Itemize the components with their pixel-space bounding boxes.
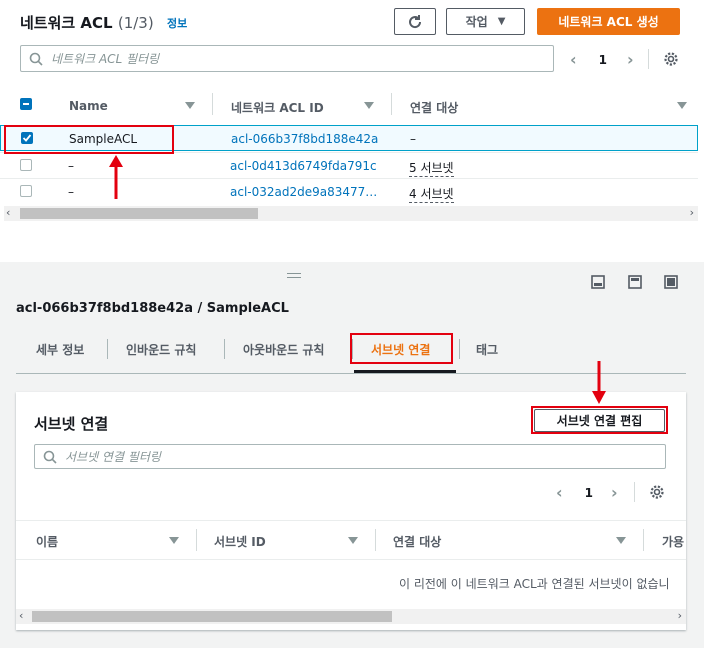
tabs-underline <box>16 373 686 374</box>
row-association: – <box>410 132 416 146</box>
table-header: 이름 서브넷 ID 연결 대상 가용 <box>16 520 686 560</box>
sort-icon[interactable] <box>169 537 179 544</box>
info-link[interactable]: 정보 <box>167 15 187 31</box>
split-bottom-icon[interactable] <box>590 274 606 290</box>
caret-down-icon: ▼ <box>497 16 506 27</box>
annotation-box <box>4 125 174 154</box>
row-name: – <box>68 185 74 199</box>
annotation-arrow-up-icon <box>109 155 123 199</box>
scrollbar-thumb[interactable] <box>20 208 258 219</box>
column-header-association[interactable]: 연결 대상 <box>410 99 458 116</box>
search-icon <box>43 450 57 464</box>
scrollbar-thumb[interactable] <box>32 611 392 622</box>
refresh-icon <box>409 14 422 28</box>
page-number[interactable]: 1 <box>585 486 593 500</box>
panel-title: 서브넷 연결 <box>34 415 109 433</box>
table-row[interactable]: – acl-032ad2de9a83477… 4 서브넷 <box>0 178 698 204</box>
row-acl-id-link[interactable]: acl-032ad2de9a83477… <box>230 185 377 199</box>
row-association[interactable]: 5 서브넷 <box>409 159 454 177</box>
acl-filter-input[interactable]: 네트워크 ACL 필터링 <box>20 45 554 72</box>
page-number[interactable]: 1 <box>599 53 607 67</box>
column-divider[interactable] <box>375 529 376 551</box>
empty-state: 이 리전에 이 네트워크 ACL과 연결된 서브넷이 없습니 <box>16 572 686 592</box>
chevron-right-icon[interactable]: › <box>627 50 634 69</box>
create-acl-button[interactable]: 네트워크 ACL 생성 <box>537 8 680 35</box>
divider <box>634 482 635 502</box>
detail-heading: acl-066b37f8bd188e42a / SampleACL <box>16 301 289 316</box>
maximize-icon[interactable] <box>663 274 679 290</box>
tab-outbound-rules[interactable]: 아웃바운드 규칙 <box>243 341 324 358</box>
tab-details[interactable]: 세부 정보 <box>36 341 84 358</box>
select-all-checkbox[interactable] <box>20 98 32 110</box>
create-acl-label: 네트워크 ACL 생성 <box>558 15 659 29</box>
column-header-name[interactable]: 이름 <box>36 533 58 550</box>
gear-icon[interactable] <box>663 51 679 67</box>
pagination: ‹ 1 › <box>556 483 618 502</box>
horizontal-scrollbar[interactable]: ‹ › <box>16 609 686 624</box>
resize-handle[interactable] <box>287 277 301 278</box>
title-text: 네트워크 ACL <box>20 14 113 32</box>
resize-handle[interactable] <box>287 273 301 274</box>
chevron-left-icon[interactable]: ‹ <box>556 483 563 502</box>
horizontal-scrollbar[interactable]: ‹ › <box>4 206 698 221</box>
column-header-acl-id[interactable]: 네트워크 ACL ID <box>231 99 324 116</box>
column-header-az[interactable]: 가용 <box>662 533 684 550</box>
tab-divider <box>459 339 460 359</box>
selection-count: (1/3) <box>117 14 154 32</box>
row-checkbox[interactable] <box>20 159 32 171</box>
filter-placeholder: 네트워크 ACL 필터링 <box>51 52 160 66</box>
split-side-icon[interactable] <box>627 274 643 290</box>
annotation-box <box>350 333 453 364</box>
scroll-left-icon[interactable]: ‹ <box>6 206 10 219</box>
annotation-box <box>531 406 668 434</box>
column-header-subnet-id[interactable]: 서브넷 ID <box>214 533 266 550</box>
actions-dropdown[interactable]: 작업 ▼ <box>446 8 525 35</box>
filter-placeholder: 서브넷 연결 필터링 <box>65 450 161 464</box>
scroll-right-icon[interactable]: › <box>678 609 682 622</box>
sort-icon[interactable] <box>348 537 358 544</box>
sort-icon[interactable] <box>364 102 374 109</box>
tab-divider <box>224 339 225 359</box>
row-acl-id-link[interactable]: acl-066b37f8bd188e42a <box>231 132 378 146</box>
divider <box>648 49 649 69</box>
page-title: 네트워크 ACL (1/3) <box>20 12 154 33</box>
scroll-left-icon[interactable]: ‹ <box>19 609 23 622</box>
row-checkbox[interactable] <box>20 185 32 197</box>
row-name: – <box>68 159 74 173</box>
sort-icon[interactable] <box>616 537 626 544</box>
tab-inbound-rules[interactable]: 인바운드 규칙 <box>126 341 196 358</box>
column-divider[interactable] <box>643 529 644 551</box>
empty-message: 이 리전에 이 네트워크 ACL과 연결된 서브넷이 없습니 <box>399 577 670 591</box>
sort-icon[interactable] <box>677 102 687 109</box>
chevron-left-icon[interactable]: ‹ <box>570 50 577 69</box>
table-row[interactable]: – acl-0d413d6749fda791c 5 서브넷 <box>0 152 698 178</box>
column-header-association[interactable]: 연결 대상 <box>393 533 441 550</box>
tab-divider <box>107 339 108 359</box>
actions-label: 작업 <box>465 15 488 29</box>
pagination: ‹ 1 › <box>570 50 634 69</box>
search-icon <box>29 52 43 66</box>
column-header-name[interactable]: Name <box>69 99 108 113</box>
scroll-right-icon[interactable]: › <box>690 206 694 219</box>
column-divider[interactable] <box>212 93 213 115</box>
row-acl-id-link[interactable]: acl-0d413d6749fda791c <box>230 159 377 173</box>
subnet-filter-input[interactable]: 서브넷 연결 필터링 <box>34 444 666 469</box>
row-association[interactable]: 4 서브넷 <box>409 185 454 203</box>
acl-list-panel: 네트워크 ACL (1/3) 정보 작업 ▼ 네트워크 ACL 생성 네트워크 … <box>0 0 704 262</box>
column-divider[interactable] <box>391 93 392 115</box>
chevron-right-icon[interactable]: › <box>611 483 618 502</box>
gear-icon[interactable] <box>649 484 665 500</box>
sort-icon[interactable] <box>185 102 195 109</box>
tab-tags[interactable]: 태그 <box>476 341 498 358</box>
column-divider[interactable] <box>196 529 197 551</box>
annotation-arrow-down-icon <box>592 361 606 404</box>
refresh-button[interactable] <box>394 8 436 35</box>
